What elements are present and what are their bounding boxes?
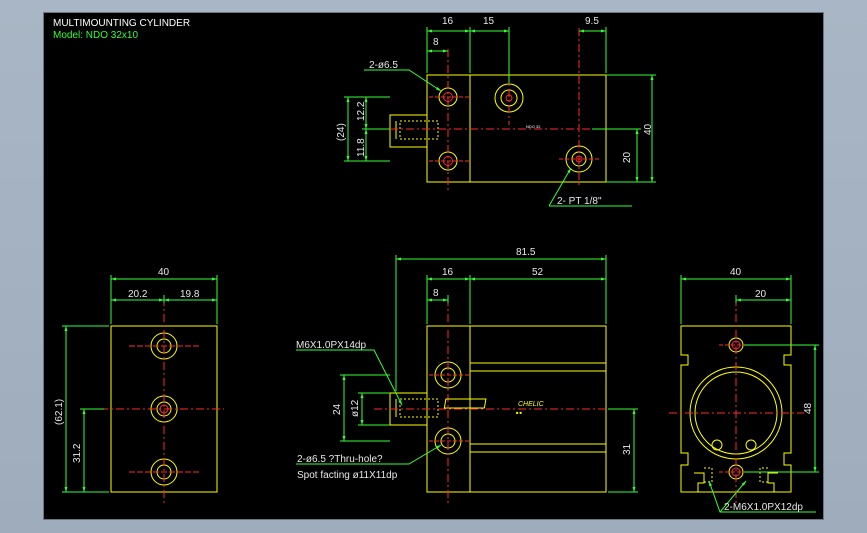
front-dim-81-5: 81.5 — [516, 247, 536, 258]
top-dim-9-5: 9.5 — [585, 16, 599, 27]
title-line1: MULTIMOUNTING CYLINDER — [53, 18, 190, 29]
top-port-label: 2- PT 1/8" — [557, 196, 602, 207]
front-hole-label: 2-ø6.5 ?Thru-hole? — [297, 454, 383, 465]
top-dim-20: 20 — [622, 151, 633, 163]
front-dim-12: ø12 — [350, 399, 361, 417]
side-dim-19-8: 19.8 — [180, 289, 200, 300]
top-dim-16: 16 — [442, 16, 454, 27]
drawing-frame: MULTIMOUNTING CYLINDER Model: NDO 32x10 … — [43, 12, 824, 520]
side-dim-31-2: 31.2 — [72, 443, 83, 463]
top-dim-15: 15 — [483, 16, 495, 27]
side-dim-20-2: 20.2 — [128, 289, 148, 300]
side-dim-62-1: (62.1) — [54, 399, 65, 425]
front-dim-52: 52 — [532, 267, 544, 278]
top-view: NDO 32 16 15 9.5 8 2-ø6.5 2- PT 1/8" 40 … — [336, 16, 656, 207]
top-dim-12-2: 12.2 — [356, 101, 367, 121]
side-dim-40: 40 — [158, 267, 170, 278]
front-dim-31: 31 — [622, 443, 633, 455]
front-badge: CHELIC — [518, 401, 545, 408]
top-model-mark: NDO 32 — [526, 124, 541, 129]
front-thread-label: M6X1.0PX14dp — [296, 340, 366, 351]
top-dim-8: 8 — [433, 37, 439, 48]
end-dim-20: 20 — [755, 289, 767, 300]
title-line2: Model: NDO 32x10 — [53, 30, 138, 41]
side-view: 40 20.2 19.8 (62.1) 31.2 — [54, 267, 224, 503]
front-dim-8: 8 — [433, 288, 439, 299]
front-badge-sub: ■ ■ — [516, 410, 523, 415]
front-view: CHELIC ■ ■ 81.5 16 52 8 M6X1.0PX14dp 2-ø… — [296, 247, 638, 503]
front-dim-16: 16 — [442, 267, 454, 278]
front-dim-24: 24 — [332, 403, 343, 415]
end-thread-label: 2-M6X1.0PX12dp — [724, 502, 803, 513]
top-hole-label: 2-ø6.5 — [369, 60, 398, 71]
top-dim-11-8: 11.8 — [356, 138, 367, 157]
end-view: 40 20 48 2-M6X1.0PX12dp — [669, 267, 819, 513]
top-dim-40: 40 — [643, 123, 654, 135]
end-dim-48: 48 — [803, 402, 814, 414]
front-spot-label: Spot facting ø11X11dp — [297, 470, 398, 481]
top-dim-24: (24) — [336, 123, 347, 141]
end-dim-40: 40 — [730, 267, 742, 278]
cad-drawing: MULTIMOUNTING CYLINDER Model: NDO 32x10 … — [53, 16, 819, 513]
